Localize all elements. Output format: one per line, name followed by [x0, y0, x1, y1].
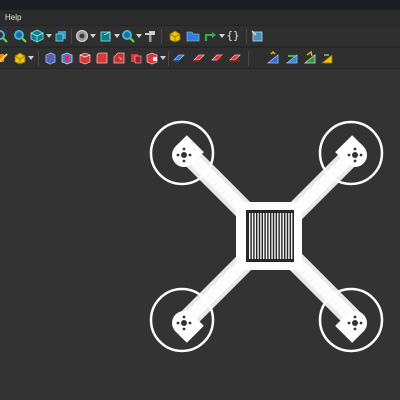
- vent-slot-bar: [274, 213, 276, 259]
- cad-application-window: Help {}: [0, 0, 400, 400]
- sketch-icon[interactable]: [0, 51, 9, 65]
- draft-icon[interactable]: [210, 51, 224, 65]
- vent-slot-bar: [277, 213, 279, 259]
- chevron-down-icon[interactable]: [160, 55, 166, 61]
- vent-slot-bar: [251, 213, 254, 259]
- vent-slot-bar: [282, 213, 284, 259]
- toolbar-separator: [248, 51, 249, 66]
- chevron-down-icon[interactable]: [136, 33, 142, 39]
- pattern-icon[interactable]: [172, 51, 186, 65]
- toolbar-separator: [168, 51, 169, 66]
- vent-slot-bar: [288, 213, 290, 259]
- draw-style-icon[interactable]: [75, 29, 89, 43]
- quadcopter-frame-model: [149, 120, 384, 353]
- vent-slot-bar: [291, 213, 293, 259]
- zoom-fit-icon[interactable]: [0, 29, 8, 43]
- center-body-plate: [236, 202, 302, 270]
- thickness-icon[interactable]: [192, 51, 206, 65]
- 3d-viewport[interactable]: [0, 69, 400, 400]
- measure-icon[interactable]: [143, 29, 157, 43]
- mirror-icon[interactable]: [145, 51, 159, 65]
- measure-toggle-icon[interactable]: [303, 51, 317, 65]
- measure-refresh-icon[interactable]: [320, 51, 334, 65]
- folder-icon[interactable]: [186, 29, 200, 43]
- toolbar-separator: [71, 29, 72, 44]
- view-cube-icon[interactable]: [30, 29, 44, 43]
- chevron-down-icon[interactable]: [114, 33, 120, 39]
- vent-slot-bar: [285, 213, 287, 259]
- measure-clear-icon[interactable]: [285, 51, 299, 65]
- zoom-selection-icon[interactable]: [13, 29, 27, 43]
- chevron-down-icon[interactable]: [90, 33, 96, 39]
- vent-slot-bar: [271, 213, 273, 259]
- pad-icon[interactable]: [43, 51, 57, 65]
- macro-icon[interactable]: [250, 29, 264, 43]
- pocket-icon[interactable]: [60, 51, 74, 65]
- chevron-down-icon[interactable]: [46, 33, 52, 39]
- main-toolbar: {}: [0, 25, 400, 47]
- link-icon[interactable]: [204, 29, 218, 43]
- vent-slot-bar: [257, 213, 259, 259]
- primitive-cube-icon[interactable]: [13, 51, 27, 65]
- motor-mount-front-right: [318, 120, 384, 186]
- vent-slot-bar: [279, 213, 282, 259]
- vent-slot-bar: [263, 213, 265, 259]
- python-console-button[interactable]: {}: [225, 28, 241, 44]
- toolbar-separator: [161, 29, 162, 44]
- menu-bar: Help: [0, 10, 400, 25]
- motor-mount-rear-left: [149, 287, 215, 353]
- chevron-down-icon[interactable]: [28, 55, 34, 61]
- measure-angle-icon[interactable]: [266, 51, 280, 65]
- revolve-icon[interactable]: [78, 51, 92, 65]
- vent-slot-bar: [254, 213, 256, 259]
- motor-mount-rear-right: [318, 287, 384, 353]
- vent-slot-bar: [268, 213, 270, 259]
- fillet-icon[interactable]: [95, 51, 109, 65]
- vent-slot-bar: [260, 213, 262, 259]
- part-icon[interactable]: [168, 29, 182, 43]
- motor-mount-front-left: [149, 120, 215, 186]
- menu-help[interactable]: Help: [5, 11, 21, 24]
- vent-slot-bar: [265, 213, 268, 259]
- boolean-icon[interactable]: [129, 51, 143, 65]
- zoom-dropdown-icon[interactable]: [121, 29, 135, 43]
- toolbar-separator: [246, 29, 247, 44]
- bounding-box-icon[interactable]: [99, 29, 113, 43]
- view-axo-icon[interactable]: [54, 29, 68, 43]
- title-bar: [0, 0, 400, 10]
- vent-slot-bar: [249, 213, 251, 259]
- measure-linear-icon[interactable]: [228, 51, 242, 65]
- toolbar-separator: [38, 51, 39, 66]
- chamfer-icon[interactable]: [112, 51, 126, 65]
- part-design-toolbar: [0, 47, 400, 69]
